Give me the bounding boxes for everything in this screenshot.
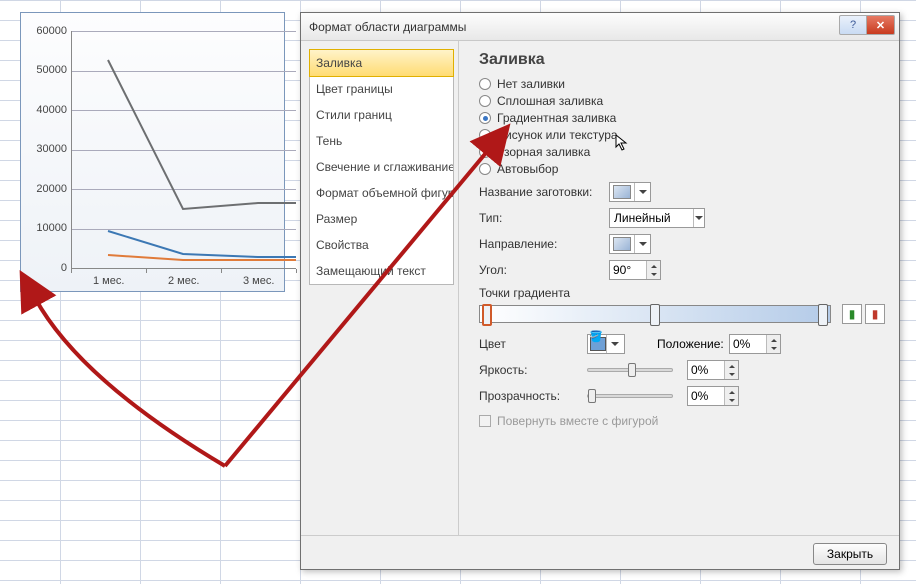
transparency-label: Прозрачность: [479, 389, 587, 403]
gradient-stop[interactable] [482, 304, 492, 326]
color-label: Цвет [479, 337, 587, 351]
chart-lines [71, 31, 296, 269]
nav-glow[interactable]: Свечение и сглаживание [310, 154, 453, 180]
rotate-with-shape-check: Повернуть вместе с фигурой [479, 414, 885, 428]
nav-properties[interactable]: Свойства [310, 232, 453, 258]
nav-fill[interactable]: Заливка [309, 49, 454, 77]
remove-stop-icon: ▮ [872, 307, 879, 321]
angle-label: Угол: [479, 263, 609, 277]
close-button[interactable]: Закрыть [813, 543, 887, 565]
remove-stop-button[interactable]: ▮ [865, 304, 885, 324]
dialog-title: Формат области диаграммы [309, 20, 466, 34]
transparency-spinner[interactable] [687, 386, 739, 406]
radio-gradient-fill[interactable]: Градиентная заливка [479, 111, 885, 125]
ytick: 30000 [29, 143, 67, 155]
radio-auto-fill[interactable]: Автовыбор [479, 162, 885, 176]
type-combo[interactable]: Линейный [609, 208, 705, 228]
gradient-stop[interactable] [650, 304, 660, 326]
brightness-spinner[interactable] [687, 360, 739, 380]
nav-shadow[interactable]: Тень [310, 128, 453, 154]
type-label: Тип: [479, 211, 609, 225]
brightness-label: Яркость: [479, 363, 587, 377]
radio-picture-fill[interactable]: Рисунок или текстура [479, 128, 885, 142]
nav-size[interactable]: Размер [310, 206, 453, 232]
brightness-slider[interactable] [587, 368, 673, 372]
ytick: 50000 [29, 64, 67, 76]
preset-label: Название заготовки: [479, 185, 609, 199]
ytick: 20000 [29, 183, 67, 195]
gradient-stop[interactable] [818, 304, 828, 326]
gradient-stops-slider[interactable] [479, 305, 831, 323]
xtick: 1 мес. [93, 275, 124, 287]
transparency-slider[interactable] [587, 394, 673, 398]
ytick: 0 [29, 262, 67, 274]
xtick: 3 мес. [243, 275, 274, 287]
chart-area[interactable]: 60000 50000 40000 30000 20000 10000 0 1 … [20, 12, 285, 292]
brightness-input[interactable] [688, 363, 724, 377]
angle-input[interactable] [610, 263, 646, 277]
xtick: 2 мес. [168, 275, 199, 287]
stops-label: Точки градиента [479, 286, 885, 300]
radio-pattern-fill[interactable]: Узорная заливка [479, 145, 885, 159]
ytick: 60000 [29, 25, 67, 37]
ytick: 40000 [29, 104, 67, 116]
nav-3d-format[interactable]: Формат объемной фигуры [310, 180, 453, 206]
format-chart-area-dialog: Формат области диаграммы ? ✕ Заливка Цве… [300, 12, 900, 570]
position-label: Положение: [657, 337, 729, 351]
help-button[interactable]: ? [839, 15, 867, 35]
bucket-icon: 🪣 [589, 332, 603, 343]
position-input[interactable] [730, 337, 766, 351]
nav-border-color[interactable]: Цвет границы [310, 76, 453, 102]
position-spinner[interactable] [729, 334, 781, 354]
section-heading: Заливка [479, 51, 885, 69]
ytick: 10000 [29, 222, 67, 234]
titlebar[interactable]: Формат области диаграммы ? ✕ [301, 13, 899, 41]
add-stop-icon: ▮ [849, 307, 856, 321]
direction-combo[interactable] [609, 234, 651, 254]
preset-combo[interactable] [609, 182, 651, 202]
close-icon[interactable]: ✕ [867, 15, 895, 35]
color-picker[interactable]: 🪣 [587, 334, 625, 354]
radio-solid-fill[interactable]: Сплошная заливка [479, 94, 885, 108]
category-nav: Заливка Цвет границы Стили границ Тень С… [301, 41, 459, 535]
nav-border-styles[interactable]: Стили границ [310, 102, 453, 128]
transparency-input[interactable] [688, 389, 724, 403]
direction-label: Направление: [479, 237, 609, 251]
angle-spinner[interactable] [609, 260, 661, 280]
checkbox-icon [479, 415, 491, 427]
radio-no-fill[interactable]: Нет заливки [479, 77, 885, 91]
add-stop-button[interactable]: ▮ [842, 304, 862, 324]
nav-alt-text[interactable]: Замещающий текст [310, 258, 453, 284]
fill-panel: Заливка Нет заливки Сплошная заливка Гра… [459, 41, 899, 535]
